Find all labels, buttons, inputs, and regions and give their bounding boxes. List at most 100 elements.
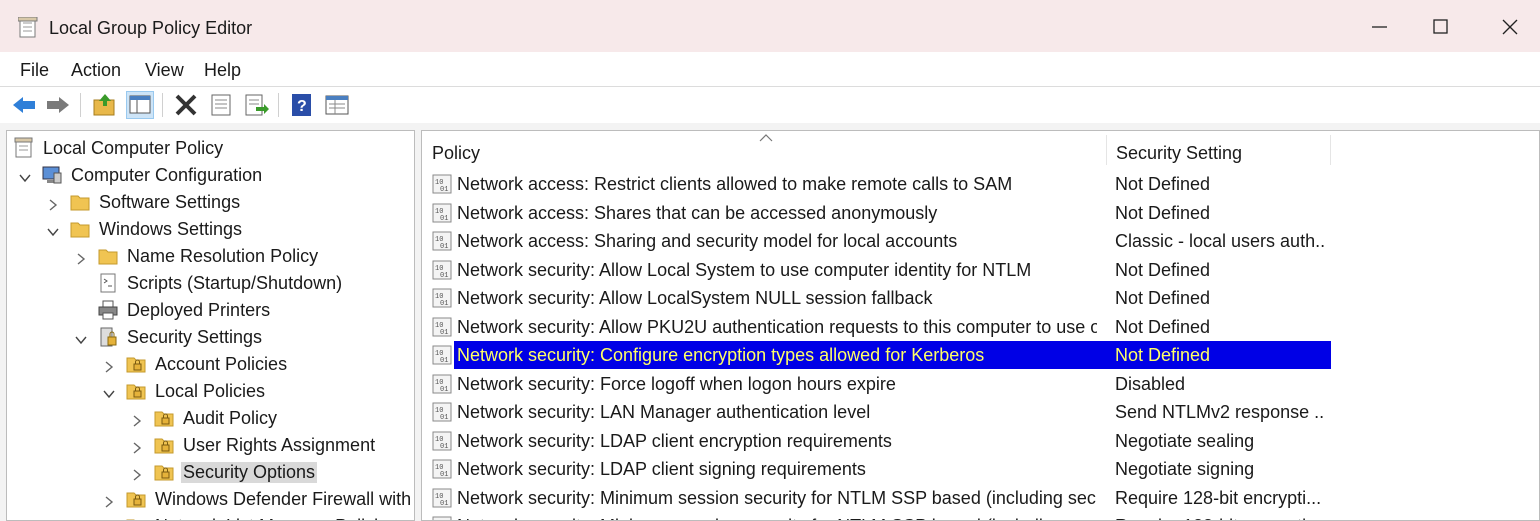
policy-setting-icon: 1001 (432, 402, 452, 422)
tree-item-label: Software Settings (99, 192, 241, 212)
policy-row[interactable]: 10 01 Network access: Shares that can be a… (422, 199, 1539, 227)
svg-text:01: 01 (440, 243, 448, 251)
close-button[interactable] (1480, 8, 1540, 46)
policy-editor-app-icon (18, 17, 38, 38)
export-list-button[interactable] (242, 91, 270, 119)
policy-setting-icon: 1001 (432, 260, 452, 280)
chevron-right-icon[interactable] (131, 411, 143, 427)
tree-item-label: Audit Policy (183, 408, 278, 428)
policy-row[interactable]: 10 01 Network security: LDAP client encryp… (422, 427, 1539, 455)
tree-item-windows-defender-firewall-with-advanced-security[interactable]: Windows Defender Firewall with Advanced … (7, 486, 414, 512)
tree-item-audit-policy[interactable]: Audit Policy (7, 405, 412, 431)
tree-item-label: Deployed Printers (127, 300, 271, 320)
help-icon: ? (292, 94, 311, 116)
minimize-icon (1372, 26, 1387, 28)
minimize-button[interactable] (1350, 8, 1410, 46)
column-divider[interactable] (1330, 135, 1331, 165)
chevron-down-icon[interactable] (19, 168, 31, 183)
svg-text:01: 01 (440, 300, 448, 308)
policy-name: Network security: Configure encryption t… (457, 345, 985, 365)
tree-item-label: Name Resolution Policy (127, 246, 319, 266)
policy-row[interactable]: 10 01 Network security: Allow PKU2U authen… (422, 313, 1539, 341)
menu-help[interactable]: Help (204, 60, 241, 81)
delete-button[interactable] (172, 91, 200, 119)
chevron-right-icon[interactable] (47, 195, 59, 211)
svg-text:01: 01 (440, 272, 448, 280)
secure-folder-icon (153, 461, 175, 483)
policy-setting-icon: 1001 (432, 345, 452, 365)
policy-row[interactable]: 1001Network security: Minimum session se… (422, 484, 1539, 512)
chevron-down-icon[interactable] (47, 222, 59, 237)
chevron-down-icon[interactable] (103, 384, 115, 399)
toolbar-separator (80, 93, 81, 117)
tree-item-network-list-manager-policies[interactable]: Network List Manager Policies (7, 513, 412, 520)
policy-row[interactable]: 10 01 Network security: Allow Local System… (422, 256, 1539, 284)
tree-item-security-settings[interactable]: Security Settings (7, 324, 412, 350)
chevron-right-icon[interactable] (103, 492, 115, 508)
policy-row[interactable]: 10 01 Network security: Force logoff when … (422, 370, 1539, 398)
policy-list[interactable]: Policy Security Setting 10 01 Network acce… (421, 130, 1540, 521)
up-one-level-button[interactable] (91, 91, 119, 119)
console-tree[interactable]: Local Computer Policy Computer Configurat… (6, 130, 415, 521)
tree-item-local-policies[interactable]: Local Policies (7, 378, 412, 404)
maximize-button[interactable] (1411, 8, 1471, 46)
menu-file[interactable]: File (20, 60, 49, 81)
show-hide-console-tree-button[interactable] (126, 91, 154, 119)
tree-item-label: User Rights Assignment (183, 435, 376, 455)
chevron-right-icon[interactable] (75, 249, 87, 265)
column-header-setting-label: Security Setting (1116, 143, 1243, 163)
secure-folder-icon (125, 380, 147, 402)
tree-item-scripts-startup-shutdown[interactable]: Scripts (Startup/Shutdown) (7, 270, 412, 296)
policy-row[interactable]: 10 01 Network access: Restrict clients all… (422, 170, 1539, 198)
menu-action[interactable]: Action (71, 60, 121, 81)
tree-item-name-resolution-policy[interactable]: Name Resolution Policy (7, 243, 412, 269)
policy-row[interactable]: 10 01 Network security: Allow LocalSystem … (422, 284, 1539, 312)
tree-item-software-settings[interactable]: Software Settings (7, 189, 412, 215)
policy-row[interactable]: 10 01 Network security: Configure encrypti… (422, 341, 1539, 369)
policy-row[interactable]: 10 01 Network access: Sharing and security… (422, 227, 1539, 255)
security-setting-value: Not Defined (1115, 316, 1211, 337)
svg-text:01: 01 (440, 471, 448, 479)
menu-view[interactable]: View (145, 60, 184, 81)
chevron-right-icon[interactable] (103, 357, 115, 373)
secure-folder-icon (125, 515, 147, 520)
policy-row[interactable]: 1001Network security: Minimum session se… (422, 512, 1539, 520)
policy-row[interactable]: 10 01 Network security: LDAP client signin… (422, 455, 1539, 483)
policy-name: Network security: Minimum session securi… (457, 487, 1097, 508)
policy-name: Network security: Allow Local System to … (457, 259, 1032, 280)
properties-button[interactable] (207, 91, 235, 119)
tree-item-label: Scripts (Startup/Shutdown) (127, 273, 343, 293)
chevron-right-icon[interactable] (131, 438, 143, 454)
svg-text:?: ? (297, 98, 307, 115)
back-button[interactable] (10, 91, 38, 119)
chevron-right-icon[interactable] (131, 465, 143, 481)
tree-item-label: Local Computer Policy (43, 138, 224, 158)
tree-item-local-computer-policy[interactable]: Local Computer Policy (7, 135, 412, 161)
security-setting-value: Classic - local users auth... (1115, 231, 1325, 251)
tree-item-label: Computer Configuration (71, 165, 263, 185)
tree-item-account-policies[interactable]: Account Policies (7, 351, 412, 377)
column-header-security-setting[interactable]: Security Setting (1106, 131, 1330, 169)
security-setting-value: Negotiate sealing (1115, 430, 1255, 451)
security-setting-value: Not Defined (1115, 174, 1211, 194)
forward-button[interactable] (44, 91, 72, 119)
policy-row[interactable]: 10 01 Network security: LAN Manager authen… (422, 398, 1539, 426)
tree-item-label: Account Policies (155, 354, 288, 374)
up-folder-icon (93, 94, 115, 116)
tree-item-label: Security Settings (127, 327, 263, 347)
help-button[interactable]: ? (288, 91, 316, 119)
tree-item-deployed-printers[interactable]: Deployed Printers (7, 297, 412, 323)
secure-folder-icon (125, 488, 147, 510)
printer-icon (97, 299, 119, 321)
tree-item-computer-configuration[interactable]: Computer Configuration (7, 162, 412, 188)
sort-ascending-icon (759, 134, 773, 142)
column-header-policy[interactable]: Policy (422, 131, 1106, 169)
chevron-down-icon[interactable] (75, 330, 87, 345)
tree-item-windows-settings[interactable]: Windows Settings (7, 216, 412, 242)
show-hide-tree-icon (129, 95, 151, 114)
toolbar-separator (162, 93, 163, 117)
tree-item-user-rights-assignment[interactable]: User Rights Assignment (7, 432, 412, 458)
tree-item-security-options[interactable]: Security Options (7, 459, 412, 485)
tree-item-label: Local Policies (155, 381, 266, 401)
view-button[interactable] (323, 91, 351, 119)
